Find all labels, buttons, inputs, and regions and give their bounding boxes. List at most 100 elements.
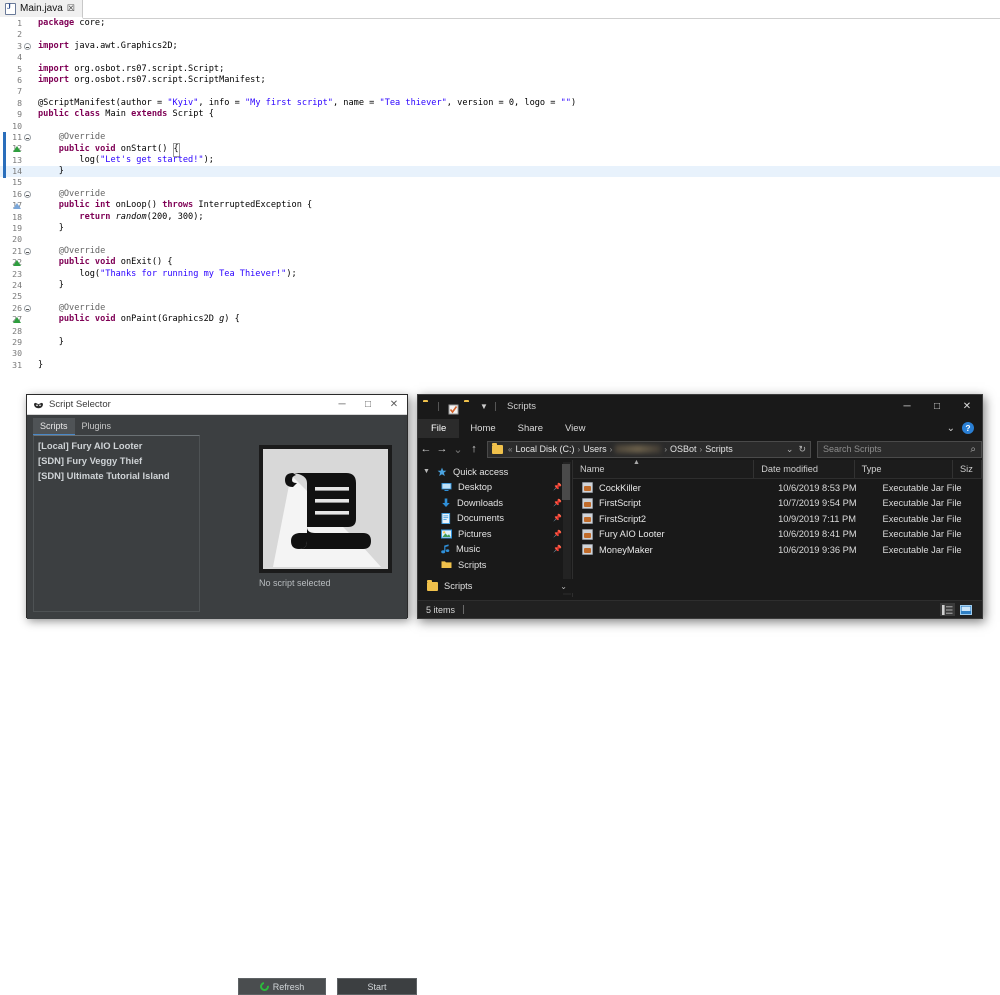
sidebar-item-label: Music <box>456 544 481 555</box>
start-button-label: Start <box>367 981 387 992</box>
maximize-icon[interactable]: □ <box>922 396 952 418</box>
expand-ribbon-icon[interactable]: ⌄ <box>947 423 955 434</box>
no-script-selected-label: No script selected <box>259 578 331 588</box>
pin-icon[interactable]: 📌 <box>553 499 562 507</box>
pin-icon[interactable]: 📌 <box>553 530 562 538</box>
chevron-down-icon[interactable]: ⌄ <box>560 582 567 591</box>
code-line-text: return random(200, 300); <box>38 211 204 222</box>
fold-toggle-icon[interactable] <box>24 43 31 51</box>
selector-tab-plugins[interactable]: Plugins <box>75 418 119 436</box>
refresh-icon[interactable]: ↻ <box>798 444 806 455</box>
breadcrumb-segment[interactable]: « <box>508 445 512 454</box>
sidebar-item-downloads[interactable]: Downloads 📌 <box>418 495 572 511</box>
line-number: 25 <box>12 291 22 302</box>
selector-tab-scripts[interactable]: Scripts <box>33 418 75 436</box>
sidebar-item-label: Downloads <box>457 497 503 508</box>
ribbon-tab-home[interactable]: Home <box>459 419 506 438</box>
view-toggle-buttons <box>940 603 982 616</box>
line-number: 21 <box>12 245 22 256</box>
breadcrumb-segment[interactable]: OSBot <box>670 444 697 454</box>
table-row[interactable]: FirstScript 10/7/2019 9:54 PM Executable J… <box>573 496 982 512</box>
script-list[interactable]: [Local] Fury AIO Looter [SDN] Fury Veggy … <box>33 435 200 612</box>
pin-icon[interactable]: 📌 <box>553 483 562 491</box>
code-line-text: @Override <box>38 131 106 142</box>
column-header-siz[interactable]: Siz <box>953 460 982 478</box>
column-header-type[interactable]: Type <box>855 460 954 478</box>
code-line: 15 <box>0 177 1000 188</box>
sidebar-scrollbar[interactable] <box>562 462 571 595</box>
customize-chevron-icon[interactable]: ▼ <box>480 402 491 412</box>
item-count-label: 5 items <box>426 604 456 615</box>
ribbon-tab-view[interactable]: View <box>554 419 596 438</box>
override-marker-icon <box>13 316 21 323</box>
fold-toggle-icon[interactable] <box>24 305 31 313</box>
table-row[interactable]: Fury AIO Looter 10/6/2019 8:41 PM Executab… <box>573 527 982 543</box>
sidebar-item-desktop[interactable]: Desktop 📌 <box>418 480 572 496</box>
new-folder-icon[interactable] <box>464 402 475 412</box>
sidebar-item-quick-access[interactable]: ▼ Quick access <box>418 464 572 480</box>
breadcrumb-segment[interactable]: Users <box>583 444 607 454</box>
ribbon-tab-file[interactable]: File <box>418 418 460 438</box>
back-button[interactable]: ← <box>418 443 434 455</box>
column-header-label: Name <box>580 464 605 474</box>
file-type: Executable Jar File <box>882 529 962 540</box>
explorer-titlebar[interactable]: ▼ Scripts ─ □ ✕ <box>418 395 982 418</box>
breadcrumb-segment[interactable]: Scripts <box>705 444 733 454</box>
close-icon[interactable]: ✕ <box>952 396 982 418</box>
tab-main-java[interactable]: Main.java ☒ <box>0 0 83 19</box>
pin-icon[interactable]: 📌 <box>553 514 562 522</box>
close-icon[interactable]: ☒ <box>67 4 75 13</box>
script-selector-titlebar[interactable]: Script Selector ─ □ ✕ <box>27 395 407 415</box>
large-icons-view-button[interactable] <box>958 603 973 616</box>
line-number: 7 <box>17 86 22 97</box>
recent-locations-icon[interactable]: ⌄ <box>450 443 466 456</box>
fold-toggle-icon[interactable] <box>24 191 31 199</box>
line-number: 1 <box>17 18 22 28</box>
code-line: 4 <box>0 52 1000 63</box>
column-header-date-modified[interactable]: Date modified <box>754 460 855 478</box>
code-line: 9 public class Main extends Script { <box>0 109 1000 120</box>
forward-button[interactable]: → <box>434 443 450 455</box>
script-list-item[interactable]: [SDN] Ultimate Tutorial Island <box>34 468 199 483</box>
help-icon[interactable]: ? <box>962 422 974 434</box>
chevron-down-icon[interactable]: ▼ <box>423 468 431 475</box>
minimize-icon[interactable]: ─ <box>892 396 922 418</box>
column-header-name[interactable]: Name ▲ <box>573 459 755 478</box>
sidebar-item-scripts[interactable]: Scripts <box>418 557 572 573</box>
refresh-button[interactable]: Refresh <box>238 978 326 995</box>
file-date-modified: 10/9/2019 7:11 PM <box>778 513 856 524</box>
pin-icon[interactable]: 📌 <box>553 545 562 553</box>
script-list-item[interactable]: [Local] Fury AIO Looter <box>34 438 199 453</box>
details-view-button[interactable] <box>940 603 955 616</box>
table-row[interactable]: FirstScript2 10/9/2019 7:11 PM Executable … <box>573 511 982 527</box>
file-type: Executable Jar File <box>882 482 962 493</box>
breadcrumb-redacted-username[interactable] <box>615 445 662 453</box>
fold-toggle-icon[interactable] <box>24 134 31 142</box>
breadcrumb[interactable]: «Local Disk (C:) › Users › › OSBot › Scripts ⌄ … <box>487 440 811 458</box>
sidebar-scrollbar-thumb[interactable] <box>562 464 570 500</box>
start-button[interactable]: Start <box>337 978 417 995</box>
explorer-main: ▼ Quick access Desktop 📌 Downloads 📌 Documents… <box>418 459 982 597</box>
table-row[interactable]: MoneyMaker 10/6/2019 9:36 PM Executable Ja… <box>573 542 982 558</box>
minimize-icon[interactable]: ─ <box>329 395 355 414</box>
sidebar-current-folder[interactable]: Scripts ⌄ <box>418 579 573 593</box>
ribbon-tab-share[interactable]: Share <box>507 419 554 438</box>
code-line: 27 public void onPaint(Graphics2D g) { <box>0 314 1000 325</box>
table-row[interactable]: CockKiller 10/6/2019 8:53 PM Executable Ja… <box>573 480 982 496</box>
breadcrumb-segment[interactable]: Local Disk (C:) <box>515 444 574 454</box>
folder-icon[interactable] <box>423 402 434 412</box>
column-header-label: Date modified <box>761 464 818 474</box>
sidebar-item-pictures[interactable]: Pictures 📌 <box>418 526 572 542</box>
sidebar-item-music[interactable]: Music 📌 <box>418 542 572 558</box>
close-icon[interactable]: ✕ <box>381 395 407 414</box>
fold-toggle-icon[interactable] <box>24 248 31 256</box>
up-button[interactable]: ↑ <box>466 443 482 455</box>
maximize-icon[interactable]: □ <box>355 395 381 414</box>
breadcrumb-dropdown-icon[interactable]: ⌄ <box>786 444 794 455</box>
search-input[interactable]: Search Scripts ⌕ <box>817 440 982 458</box>
file-type: Executable Jar File <box>882 544 962 555</box>
properties-icon[interactable] <box>448 402 459 414</box>
sidebar-item-documents[interactable]: Documents 📌 <box>418 511 572 527</box>
code-text-area[interactable]: 1 package core; 2 3 import java.awt.Graphics… <box>0 18 1000 374</box>
script-list-item[interactable]: [SDN] Fury Veggy Thief <box>34 453 199 468</box>
